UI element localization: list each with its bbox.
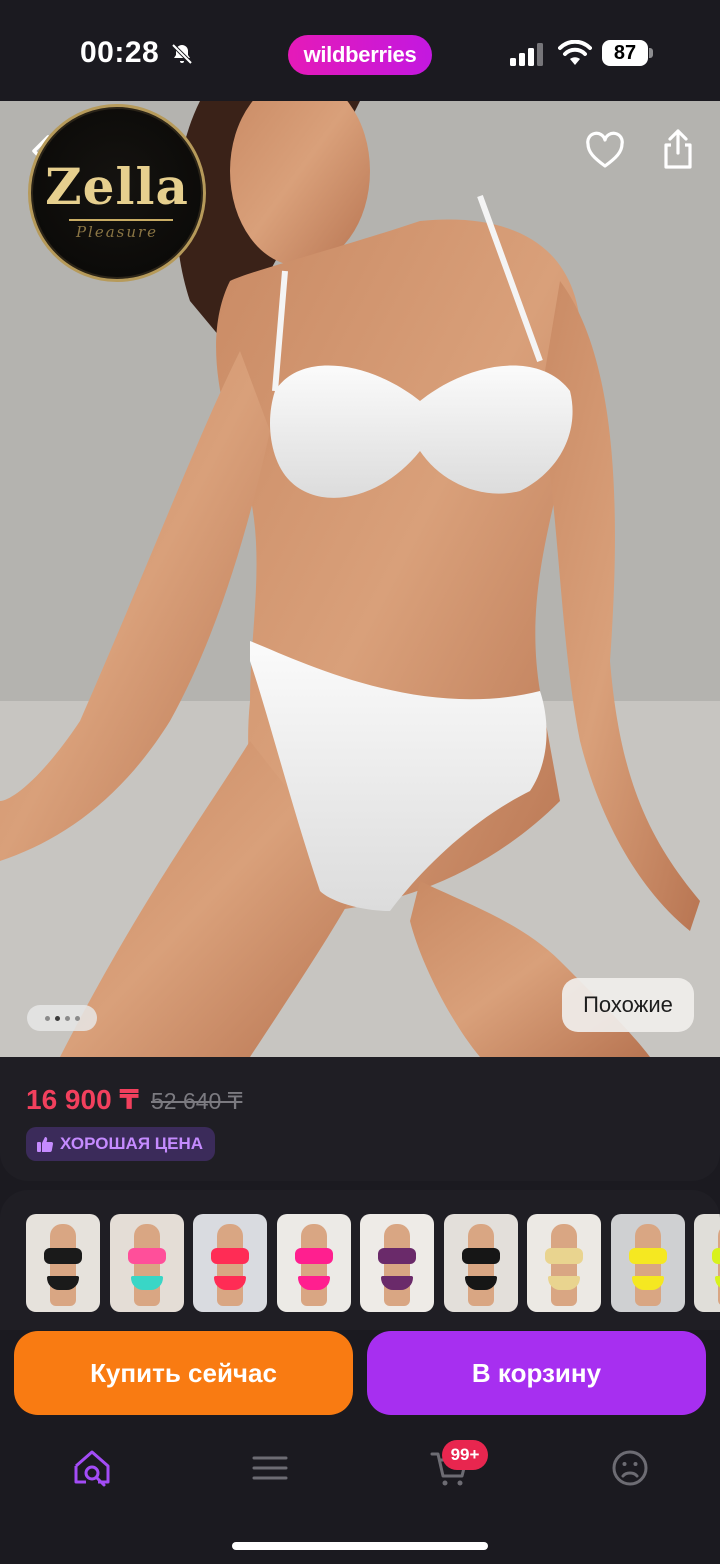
share-icon[interactable] [658,127,698,171]
variant-thumbnail[interactable] [26,1214,100,1312]
catalog-menu-icon[interactable] [250,1448,290,1488]
gallery-dot [74,1015,80,1021]
price-card: 16 900 ₸ 52 640 ₸ ХОРОШАЯ ЦЕНА [0,1057,720,1181]
logo-subtext: Pleasure [75,223,159,241]
variant-thumbnail[interactable] [276,1214,351,1312]
battery-icon: 87 [602,40,654,66]
home-search-icon[interactable] [72,1448,112,1488]
gallery-pagination [27,1005,97,1031]
battery-level: 87 [602,40,648,66]
current-price: 16 900 ₸ [26,1084,139,1115]
gallery-dot-active [54,1015,60,1021]
good-price-label: ХОРОШАЯ ЦЕНА [60,1134,204,1153]
cellular-signal-icon [510,43,543,66]
brand-pill: wildberries [288,35,432,75]
favorite-heart-icon[interactable] [584,131,626,171]
wifi-icon [558,40,592,65]
variant-thumbnail[interactable] [610,1214,685,1312]
similar-products-button[interactable]: Похожие [562,978,694,1032]
good-price-badge[interactable]: ХОРОШАЯ ЦЕНА [26,1127,216,1161]
product-image-gallery[interactable]: Zella Pleasure Похожие [0,101,720,1057]
gallery-dot [64,1015,70,1021]
cart-count-badge: 99+ [442,1440,488,1470]
buy-now-button[interactable]: Купить сейчас [14,1331,353,1415]
color-variants-strip[interactable] [0,1190,720,1330]
variant-thumbnail[interactable] [443,1214,518,1312]
add-to-cart-button[interactable]: В корзину [367,1331,706,1415]
variant-thumbnail[interactable] [694,1214,720,1312]
variant-thumbnail[interactable] [109,1214,184,1312]
bottom-tab-bar: 99+ [0,1430,720,1564]
variant-thumbnail[interactable] [193,1214,267,1312]
status-bar: 00:28 wildberries 87 [0,0,720,101]
bell-off-icon [171,43,193,65]
variant-thumbnail[interactable] [527,1214,601,1312]
logo-wordmark: Zella [45,157,189,216]
variant-thumbnail[interactable] [360,1214,434,1312]
status-time: 00:28 [80,36,160,69]
brand-logo: Zella Pleasure [28,104,206,282]
profile-icon[interactable] [610,1448,650,1488]
thumbs-up-icon [37,1137,54,1152]
old-price: 52 640 ₸ [151,1088,243,1114]
gallery-dot [44,1015,50,1021]
home-indicator [232,1542,488,1550]
